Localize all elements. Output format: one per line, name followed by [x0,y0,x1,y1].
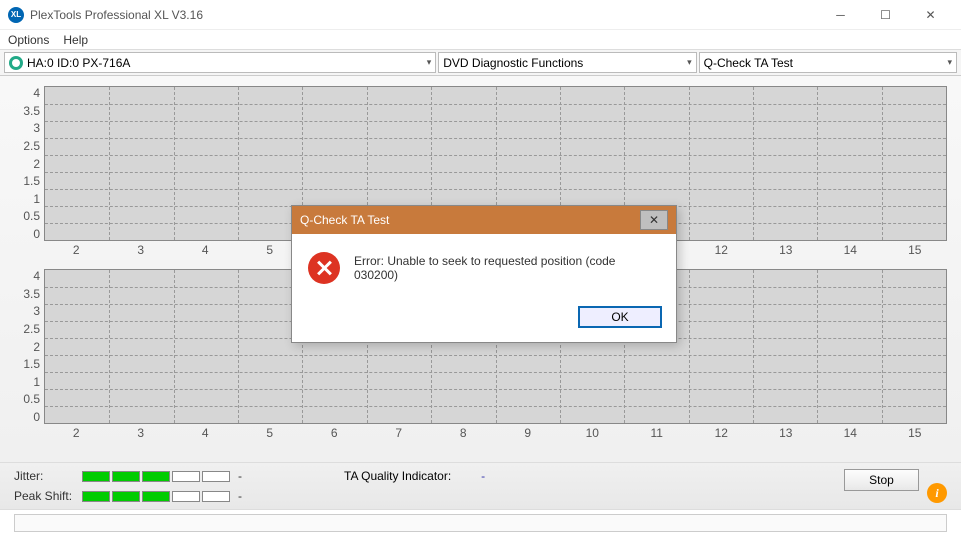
meter-segment [172,471,200,482]
chevron-down-icon: ▾ [947,57,952,68]
x-tick-label: 10 [560,426,625,440]
meter-segment [172,491,200,502]
y-tick-label: 3.5 [23,104,40,118]
meter-segment [142,491,170,502]
bottom-status-strip [14,514,947,532]
category-dropdown-label: DVD Diagnostic Functions [443,56,583,70]
x-tick-label: 11 [625,426,690,440]
chevron-down-icon: ▾ [427,57,432,68]
meter-segment [82,471,110,482]
minimize-button[interactable]: ─ [818,0,863,30]
error-dialog: Q-Check TA Test ✕ Error: Unable to seek … [291,205,677,343]
jitter-value: - [238,469,254,483]
y-tick-label: 1.5 [23,174,40,188]
device-dropdown-label: HA:0 ID:0 PX-716A [27,56,130,70]
x-tick-label: 6 [302,426,367,440]
y-tick-label: 2.5 [23,139,40,153]
y-tick-label: 3 [33,304,40,318]
x-tick-label: 4 [173,243,238,257]
y-tick-label: 0 [33,227,40,241]
x-tick-label: 2 [44,243,109,257]
stop-button[interactable]: Stop [844,469,919,491]
x-tick-label: 3 [109,243,174,257]
x-tick-label: 13 [754,426,819,440]
x-tick-label: 7 [367,426,432,440]
y-tick-label: 0 [33,410,40,424]
menu-options[interactable]: Options [8,33,49,47]
peak-shift-label: Peak Shift: [14,489,74,503]
x-tick-label: 14 [818,243,883,257]
app-icon: XL [8,7,24,23]
meter-segment [202,471,230,482]
meter-segment [202,491,230,502]
status-bar: Jitter: - Peak Shift: - TA Quality Indic… [0,462,961,510]
y-tick-label: 2 [33,340,40,354]
y-tick-label: 3 [33,121,40,135]
menu-help[interactable]: Help [63,33,88,47]
meter-segment [82,491,110,502]
dialog-message: Error: Unable to seek to requested posit… [354,254,660,282]
dialog-title: Q-Check TA Test [300,213,389,227]
dialog-close-button[interactable]: ✕ [640,210,668,230]
x-tick-label: 12 [689,243,754,257]
x-tick-label: 15 [883,243,948,257]
error-icon [308,252,340,284]
info-icon[interactable]: i [927,483,947,503]
ta-quality-value: - [481,469,485,483]
y-tick-label: 3.5 [23,287,40,301]
test-dropdown-label: Q-Check TA Test [704,56,793,70]
y-tick-label: 0.5 [23,392,40,406]
y-tick-label: 4 [33,269,40,283]
menu-bar: Options Help [0,30,961,50]
x-tick-label: 8 [431,426,496,440]
x-tick-label: 13 [754,243,819,257]
y-tick-label: 2.5 [23,322,40,336]
y-tick-label: 1 [33,375,40,389]
x-tick-label: 5 [238,426,303,440]
toolbar: HA:0 ID:0 PX-716A ▾ DVD Diagnostic Funct… [0,50,961,76]
ta-quality-label: TA Quality Indicator: [344,469,451,483]
peak-shift-value: - [238,489,254,503]
chevron-down-icon: ▾ [687,57,692,68]
x-tick-label: 12 [689,426,754,440]
x-tick-label: 4 [173,426,238,440]
peak-shift-meter [82,491,230,502]
jitter-meter [82,471,230,482]
device-dropdown[interactable]: HA:0 ID:0 PX-716A ▾ [4,52,436,73]
close-button[interactable]: ✕ [908,0,953,30]
x-tick-label: 9 [496,426,561,440]
y-tick-label: 4 [33,86,40,100]
y-tick-label: 2 [33,157,40,171]
jitter-label: Jitter: [14,469,74,483]
x-tick-label: 2 [44,426,109,440]
x-tick-label: 15 [883,426,948,440]
y-tick-label: 1 [33,192,40,206]
meter-segment [112,471,140,482]
x-tick-label: 3 [109,426,174,440]
disc-icon [9,56,23,70]
x-tick-label: 14 [818,426,883,440]
window-title: PlexTools Professional XL V3.16 [30,8,203,22]
test-dropdown[interactable]: Q-Check TA Test ▾ [699,52,957,73]
y-tick-label: 1.5 [23,357,40,371]
meter-segment [142,471,170,482]
ok-button[interactable]: OK [578,306,662,328]
title-bar: XL PlexTools Professional XL V3.16 ─ ☐ ✕ [0,0,961,30]
y-tick-label: 0.5 [23,209,40,223]
maximize-button[interactable]: ☐ [863,0,908,30]
meter-segment [112,491,140,502]
category-dropdown[interactable]: DVD Diagnostic Functions ▾ [438,52,696,73]
